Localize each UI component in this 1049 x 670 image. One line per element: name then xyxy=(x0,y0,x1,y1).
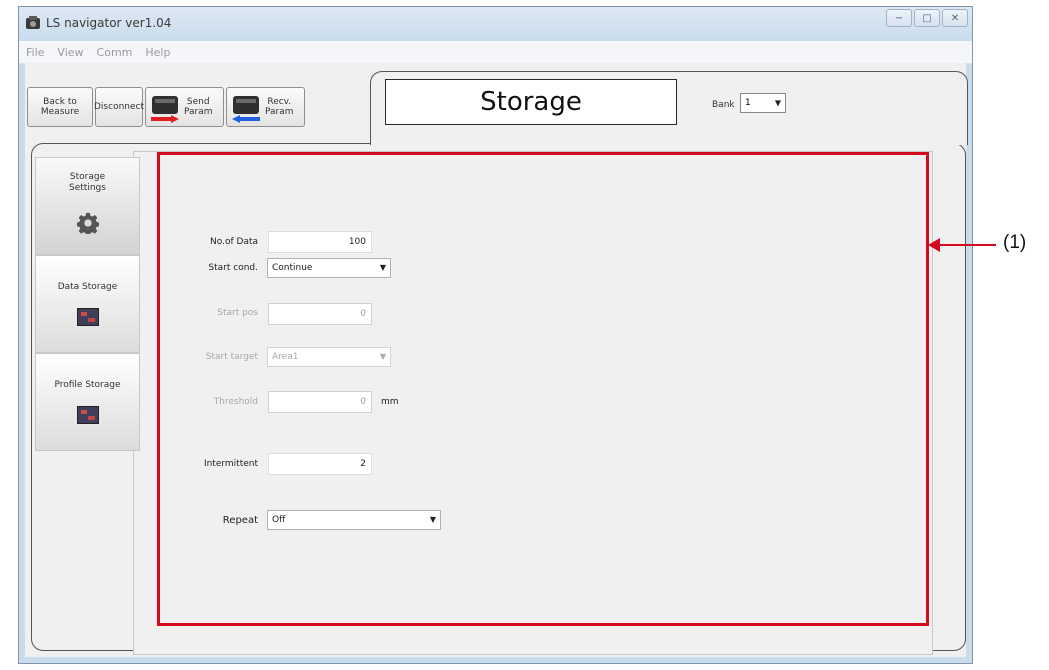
chevron-down-icon: ▼ xyxy=(774,98,781,108)
toolbar: Back to Measure Disconnect Send Param Re… xyxy=(27,87,305,127)
recv-param-button[interactable]: Recv. Param xyxy=(226,87,305,127)
disconnect-button[interactable]: Disconnect xyxy=(94,87,144,127)
callout-arrow-line xyxy=(934,244,996,246)
window-title: LS navigator ver1.04 xyxy=(46,16,172,30)
back-to-measure-button[interactable]: Back to Measure xyxy=(27,87,93,127)
callout-label: (1) xyxy=(1003,232,1027,253)
highlight-box xyxy=(157,152,929,626)
minimize-button[interactable]: − xyxy=(886,9,912,27)
menu-view[interactable]: View xyxy=(50,46,89,59)
bank-label: Bank xyxy=(712,100,735,110)
menu-file[interactable]: File xyxy=(19,46,50,59)
nav-data-storage[interactable]: Data Storage xyxy=(35,255,140,353)
gear-icon xyxy=(76,212,99,234)
nav-label: Data Storage xyxy=(57,282,118,292)
send-param-label: Send Param xyxy=(184,97,213,117)
menu-bar: File View Comm Help xyxy=(19,41,972,64)
send-param-button[interactable]: Send Param xyxy=(145,87,224,127)
nav-label: Profile Storage xyxy=(54,380,121,390)
window-controls: − □ ✕ xyxy=(886,9,968,27)
app-icon xyxy=(26,16,40,29)
close-button[interactable]: ✕ xyxy=(942,9,968,27)
menu-help[interactable]: Help xyxy=(138,46,176,59)
bank-value: 1 xyxy=(745,98,751,108)
page-title: Storage xyxy=(385,79,677,125)
side-nav: Storage Settings Data Storage Profile St… xyxy=(35,157,140,451)
title-bar: LS navigator ver1.04 − □ ✕ xyxy=(19,7,972,41)
maximize-button[interactable]: □ xyxy=(914,9,940,27)
chip-icon xyxy=(76,406,99,424)
recv-device-icon xyxy=(232,96,260,123)
nav-label: Storage Settings xyxy=(69,172,106,193)
menu-comm[interactable]: Comm xyxy=(90,46,139,59)
bank-select[interactable]: 1 ▼ xyxy=(740,93,786,113)
recv-param-label: Recv. Param xyxy=(265,97,294,117)
nav-storage-settings[interactable]: Storage Settings xyxy=(35,157,140,255)
chip-icon xyxy=(76,308,99,326)
nav-profile-storage[interactable]: Profile Storage xyxy=(35,353,140,451)
arrow-left-icon xyxy=(928,238,940,252)
send-device-icon xyxy=(151,96,179,123)
